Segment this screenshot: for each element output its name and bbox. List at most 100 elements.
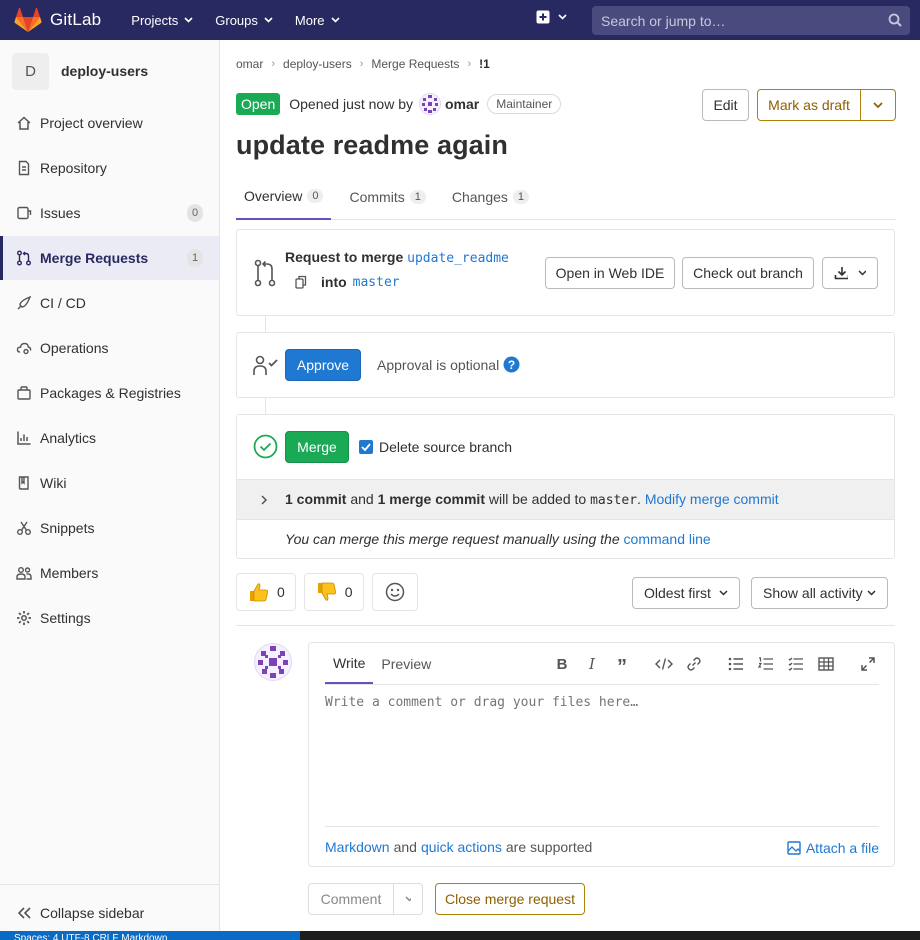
chart-icon — [16, 430, 32, 446]
into-text: into — [321, 274, 347, 290]
commit-info-row[interactable]: 1 commit and 1 merge commit will be adde… — [237, 479, 894, 520]
sidebar-item-ci-cd[interactable]: CI / CD — [0, 281, 219, 325]
tab-preview[interactable]: Preview — [373, 643, 439, 684]
chevron-right-icon — [261, 494, 268, 505]
thumbs-down-button[interactable]: 0 — [303, 573, 364, 611]
sidebar-item-packages[interactable]: Packages & Registries — [0, 371, 219, 415]
close-merge-request-button[interactable]: Close merge request — [435, 883, 585, 915]
merge-request-icon — [254, 259, 276, 287]
tab-write[interactable]: Write — [325, 643, 374, 684]
checkbox-checked-icon[interactable] — [359, 440, 373, 454]
mark-as-draft-button[interactable]: Mark as draft — [757, 89, 861, 121]
quote-icon[interactable]: ” — [607, 655, 637, 678]
link-icon[interactable] — [679, 655, 709, 673]
mr-actions-dropdown[interactable] — [860, 89, 896, 121]
plus-square-icon — [536, 10, 550, 24]
quick-actions-link[interactable]: quick actions — [421, 839, 502, 855]
command-line-link[interactable]: command line — [624, 531, 711, 547]
sidebar-item-label: Project overview — [40, 115, 143, 131]
sort-order-dropdown[interactable]: Oldest first — [632, 577, 740, 609]
nav-projects-label: Projects — [131, 12, 179, 28]
gitlab-logo[interactable]: GitLab — [14, 7, 131, 33]
request-text: Request to merge — [285, 249, 404, 265]
search-placeholder: Search or jump to… — [601, 12, 726, 29]
nav-more[interactable]: More — [295, 13, 340, 28]
status-bar-text: Spaces: 4 UTF-8 CRLF Markdown — [0, 931, 300, 940]
tab-commits[interactable]: Commits 1 — [341, 174, 433, 220]
check-out-branch-button[interactable]: Check out branch — [682, 257, 814, 289]
activity-filter-dropdown[interactable]: Show all activity — [751, 577, 888, 609]
table-icon[interactable] — [811, 655, 841, 673]
comment-textarea[interactable] — [325, 695, 879, 815]
editor-tabs: Write Preview — [325, 643, 439, 684]
markdown-link[interactable]: Markdown — [325, 839, 390, 855]
author-avatar[interactable] — [419, 93, 441, 115]
target-branch-link[interactable]: master — [353, 275, 400, 290]
sidebar-item-repository[interactable]: Repository — [0, 146, 219, 190]
tab-changes[interactable]: Changes 1 — [444, 174, 537, 220]
nav-projects[interactable]: Projects — [131, 13, 193, 28]
search-input[interactable]: Search or jump to… — [592, 6, 910, 35]
sidebar-project-header[interactable]: D deploy-users — [0, 40, 219, 102]
approval-user-icon — [253, 355, 278, 375]
sidebar-item-project-overview[interactable]: Project overview — [0, 101, 219, 145]
tab-overview[interactable]: Overview 0 — [236, 174, 332, 220]
issues-icon — [16, 205, 32, 221]
svg-text:?: ? — [508, 358, 515, 372]
sidebar-item-settings[interactable]: Settings — [0, 596, 219, 640]
download-dropdown[interactable] — [822, 257, 878, 289]
fullscreen-icon[interactable] — [853, 655, 883, 673]
attach-file-button[interactable]: Attach a file — [787, 840, 879, 856]
nav-more-label: More — [294, 12, 325, 28]
bullet-list-icon[interactable] — [721, 655, 751, 673]
add-reaction-button[interactable] — [371, 573, 418, 611]
comment-type-dropdown[interactable] — [393, 883, 423, 915]
sidebar-item-merge-requests[interactable]: Merge Requests 1 — [0, 236, 219, 280]
tab-label: Commits — [349, 189, 405, 205]
numbered-list-icon[interactable] — [751, 655, 781, 673]
thumbs-up-button[interactable]: 0 — [236, 573, 296, 611]
new-item-dropdown[interactable] — [536, 10, 567, 24]
page-title: update readme again — [236, 130, 508, 160]
sidebar-item-operations[interactable]: Operations — [0, 326, 219, 370]
sidebar-item-label: Members — [40, 565, 99, 581]
sidebar-item-analytics[interactable]: Analytics — [0, 416, 219, 460]
code-icon[interactable] — [649, 655, 679, 673]
sidebar-item-snippets[interactable]: Snippets — [0, 506, 219, 550]
help-icon[interactable]: ? — [503, 356, 520, 373]
copy-icon[interactable] — [295, 275, 307, 289]
approve-button[interactable]: Approve — [285, 349, 361, 381]
sidebar-item-members[interactable]: Members — [0, 551, 219, 595]
modify-merge-commit-link[interactable]: Modify merge commit — [645, 491, 779, 507]
sidebar-item-label: Snippets — [40, 520, 95, 536]
into-line: into master — [295, 274, 400, 290]
smiley-icon — [385, 582, 404, 602]
comment-button[interactable]: Comment — [308, 883, 394, 915]
breadcrumb-owner[interactable]: omar — [236, 57, 263, 71]
edit-button[interactable]: Edit — [702, 89, 749, 121]
merge-button[interactable]: Merge — [285, 431, 349, 463]
book-icon — [16, 475, 32, 491]
home-icon — [16, 115, 32, 131]
breadcrumb-merge-requests[interactable]: Merge Requests — [371, 57, 459, 71]
sidebar-item-label: Settings — [40, 610, 91, 626]
sidebar-item-issues[interactable]: Issues 0 — [0, 191, 219, 235]
user-avatar[interactable] — [254, 643, 292, 681]
breadcrumb-mr-id[interactable]: !1 — [479, 57, 490, 71]
nav-groups[interactable]: Groups — [215, 13, 273, 28]
author-name[interactable]: omar — [445, 96, 479, 112]
task-list-icon[interactable] — [781, 655, 811, 673]
chevron-down-icon — [184, 17, 193, 23]
comment-editor: Write Preview B I ” Markdown and quick a… — [308, 642, 895, 867]
open-web-ide-button[interactable]: Open in Web IDE — [545, 257, 675, 289]
delete-source-branch-option[interactable]: Delete source branch — [359, 439, 512, 455]
breadcrumb-project[interactable]: deploy-users — [283, 57, 352, 71]
chevron-down-icon — [264, 17, 273, 23]
italic-icon[interactable]: I — [577, 655, 607, 673]
bold-icon[interactable]: B — [547, 655, 577, 673]
sidebar-item-wiki[interactable]: Wiki — [0, 461, 219, 505]
sidebar-item-label: Analytics — [40, 430, 97, 446]
source-branch-link[interactable]: update_readme — [407, 251, 509, 266]
approval-optional-text: Approval is optional — [377, 357, 500, 373]
mr-status-row: Open Opened just now by omar Maintainer — [236, 93, 562, 115]
